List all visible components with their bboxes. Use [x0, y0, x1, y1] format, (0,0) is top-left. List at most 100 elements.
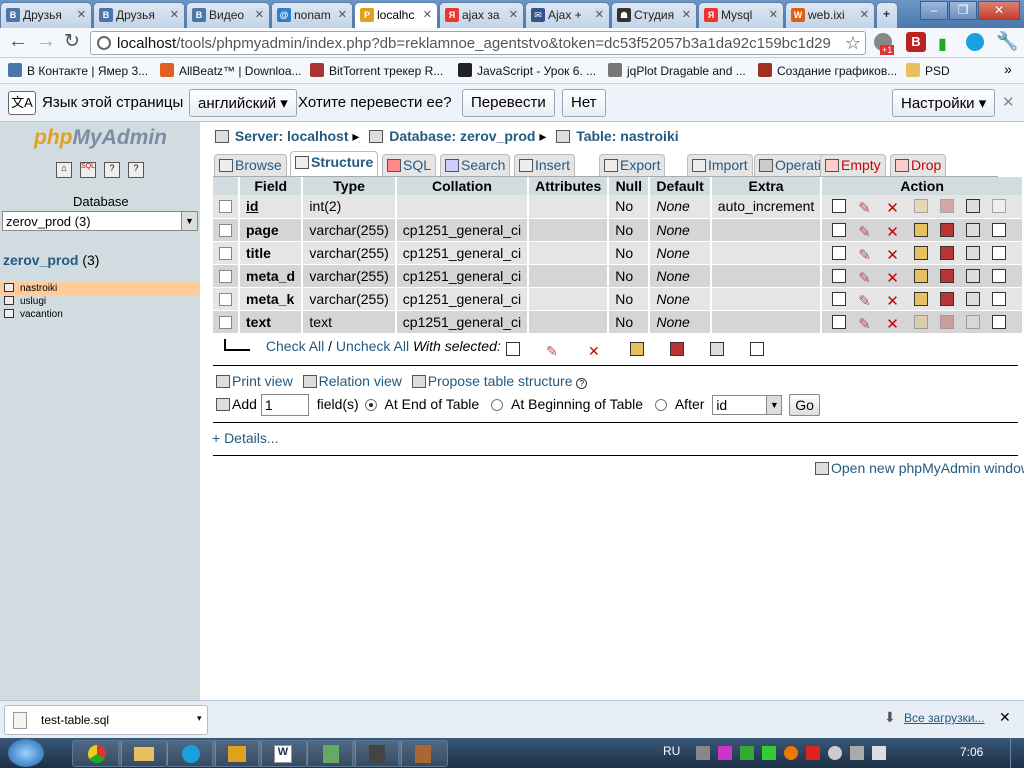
row-checkbox[interactable]	[219, 269, 232, 283]
language-indicator[interactable]: RU	[663, 744, 680, 758]
with-selected-index-icon[interactable]	[710, 342, 724, 356]
delete-icon[interactable]: ✕	[886, 223, 902, 241]
sidebar-table-item[interactable]: uslugi	[0, 295, 200, 308]
sidebar-table-item[interactable]: nastroiki	[0, 282, 200, 295]
index-icon[interactable]	[966, 222, 981, 237]
browse-distinct-icon[interactable]	[832, 314, 847, 329]
tray-icon[interactable]	[718, 746, 732, 760]
new-tab-button[interactable]: +	[876, 2, 898, 28]
tab-search[interactable]: Search	[440, 154, 511, 176]
extension-skype-icon[interactable]	[966, 33, 984, 51]
radio-after[interactable]	[654, 399, 667, 411]
help-icon[interactable]: ?	[128, 162, 144, 178]
bookmark-item[interactable]: jqPlot Dragable and ...	[608, 63, 746, 78]
close-translate-icon[interactable]: ✕	[1002, 93, 1015, 111]
browser-tab[interactable]: @ nonam ✕	[271, 2, 353, 28]
home-icon[interactable]: ⌂	[56, 162, 72, 178]
clock[interactable]: 7:06	[960, 745, 983, 759]
tab-export[interactable]: Export	[599, 154, 666, 176]
primary-key-icon[interactable]	[914, 291, 929, 306]
tab-insert[interactable]: Insert	[514, 154, 576, 176]
radio-begin[interactable]	[491, 399, 504, 411]
close-tab-icon[interactable]: ✕	[859, 8, 869, 21]
bookmarks-overflow-icon[interactable]: »	[1004, 61, 1012, 77]
edit-icon[interactable]: ✎	[858, 223, 874, 241]
with-selected-edit-icon[interactable]: ✎	[546, 343, 562, 359]
taskbar-app2[interactable]	[352, 740, 402, 767]
row-checkbox[interactable]	[219, 223, 232, 237]
close-tab-icon[interactable]: ✕	[169, 8, 179, 21]
tab-sql[interactable]: SQL	[382, 154, 437, 176]
sidebar-table-item[interactable]: vacantion	[0, 308, 200, 321]
start-button[interactable]	[8, 739, 44, 767]
unique-icon[interactable]	[940, 199, 955, 214]
delete-icon[interactable]: ✕	[886, 292, 902, 310]
browse-distinct-icon[interactable]	[832, 291, 847, 306]
browse-distinct-icon[interactable]	[832, 268, 847, 283]
unique-icon[interactable]	[940, 222, 955, 237]
tray-icon[interactable]	[696, 746, 710, 760]
primary-key-icon[interactable]	[914, 314, 929, 329]
close-tab-icon[interactable]: ✕	[422, 8, 432, 21]
close-tab-icon[interactable]: ✕	[768, 8, 778, 21]
breadcrumb-table[interactable]: Table: nastroiki	[576, 128, 678, 144]
documentation-icon[interactable]: ?	[104, 162, 120, 178]
database-name[interactable]: zerov_prod (3)	[3, 252, 99, 268]
browse-distinct-icon[interactable]	[832, 245, 847, 260]
unique-icon[interactable]	[940, 268, 955, 283]
index-icon[interactable]	[966, 199, 981, 214]
with-selected-fulltext-icon[interactable]	[750, 342, 764, 356]
open-new-window-link[interactable]: Open new phpMyAdmin window	[831, 460, 1024, 476]
tab-empty[interactable]: Empty	[820, 154, 886, 176]
check-all-link[interactable]: Check All	[266, 338, 324, 354]
browser-tab[interactable]: Wweb.ixi ✕	[785, 2, 875, 28]
unique-icon[interactable]	[940, 291, 955, 306]
propose-structure-link[interactable]: Propose table structure	[428, 373, 573, 389]
close-tab-icon[interactable]: ✕	[594, 8, 604, 21]
database-select[interactable]: zerov_prod (3) ▼	[2, 211, 198, 231]
add-count-input[interactable]: 1	[260, 394, 309, 417]
row-checkbox[interactable]	[219, 200, 232, 214]
reload-icon[interactable]: ↻	[64, 30, 80, 53]
row-checkbox[interactable]	[219, 292, 232, 306]
minimize-button[interactable]: –	[920, 1, 948, 20]
tray-icon[interactable]	[850, 746, 864, 760]
tray-icon[interactable]	[806, 746, 820, 760]
edit-icon[interactable]: ✎	[858, 315, 874, 333]
with-selected-delete-icon[interactable]: ✕	[588, 343, 604, 359]
browser-tab[interactable]: Яajax за ✕	[439, 2, 524, 28]
language-select[interactable]: английский ▾	[189, 89, 297, 117]
close-downloads-icon[interactable]: ✕	[999, 709, 1011, 726]
index-icon[interactable]	[966, 245, 981, 260]
extension-chart-icon[interactable]: ▮	[938, 34, 947, 54]
taskbar-app1[interactable]	[306, 740, 356, 767]
edit-icon[interactable]: ✎	[858, 246, 874, 264]
close-tab-icon[interactable]: ✕	[508, 8, 518, 21]
volume-icon[interactable]	[872, 746, 886, 760]
fulltext-icon[interactable]	[992, 291, 1007, 306]
wrench-icon[interactable]: 🔧	[996, 31, 1018, 52]
index-icon[interactable]	[966, 268, 981, 283]
back-icon[interactable]: ←	[8, 30, 28, 53]
taskbar-chrome[interactable]	[72, 740, 122, 767]
close-tab-icon[interactable]: ✕	[681, 8, 691, 21]
sql-query-icon[interactable]: SQL	[80, 162, 96, 178]
bookmark-item[interactable]: BitTorrent трекер R...	[310, 63, 443, 78]
fulltext-icon[interactable]	[992, 222, 1007, 237]
bookmark-item[interactable]: AllBeatz™ | Downloa...	[160, 63, 302, 78]
fulltext-icon[interactable]	[992, 314, 1007, 329]
delete-icon[interactable]: ✕	[886, 269, 902, 287]
primary-key-icon[interactable]	[914, 268, 929, 283]
taskbar-word[interactable]: W	[258, 740, 308, 767]
index-icon[interactable]	[966, 314, 981, 329]
relation-view-link[interactable]: Relation view	[319, 373, 402, 389]
print-view-link[interactable]: Print view	[232, 373, 293, 389]
taskbar-explorer[interactable]	[118, 740, 168, 767]
fulltext-icon[interactable]	[992, 268, 1007, 283]
translate-button[interactable]: Перевести	[462, 89, 555, 117]
tray-icon[interactable]	[740, 746, 754, 760]
uncheck-all-link[interactable]: Uncheck All	[336, 338, 409, 354]
primary-key-icon[interactable]	[914, 245, 929, 260]
all-downloads-link[interactable]: Все загрузки...	[904, 711, 985, 725]
chevron-down-icon[interactable]: ▾	[197, 713, 202, 724]
